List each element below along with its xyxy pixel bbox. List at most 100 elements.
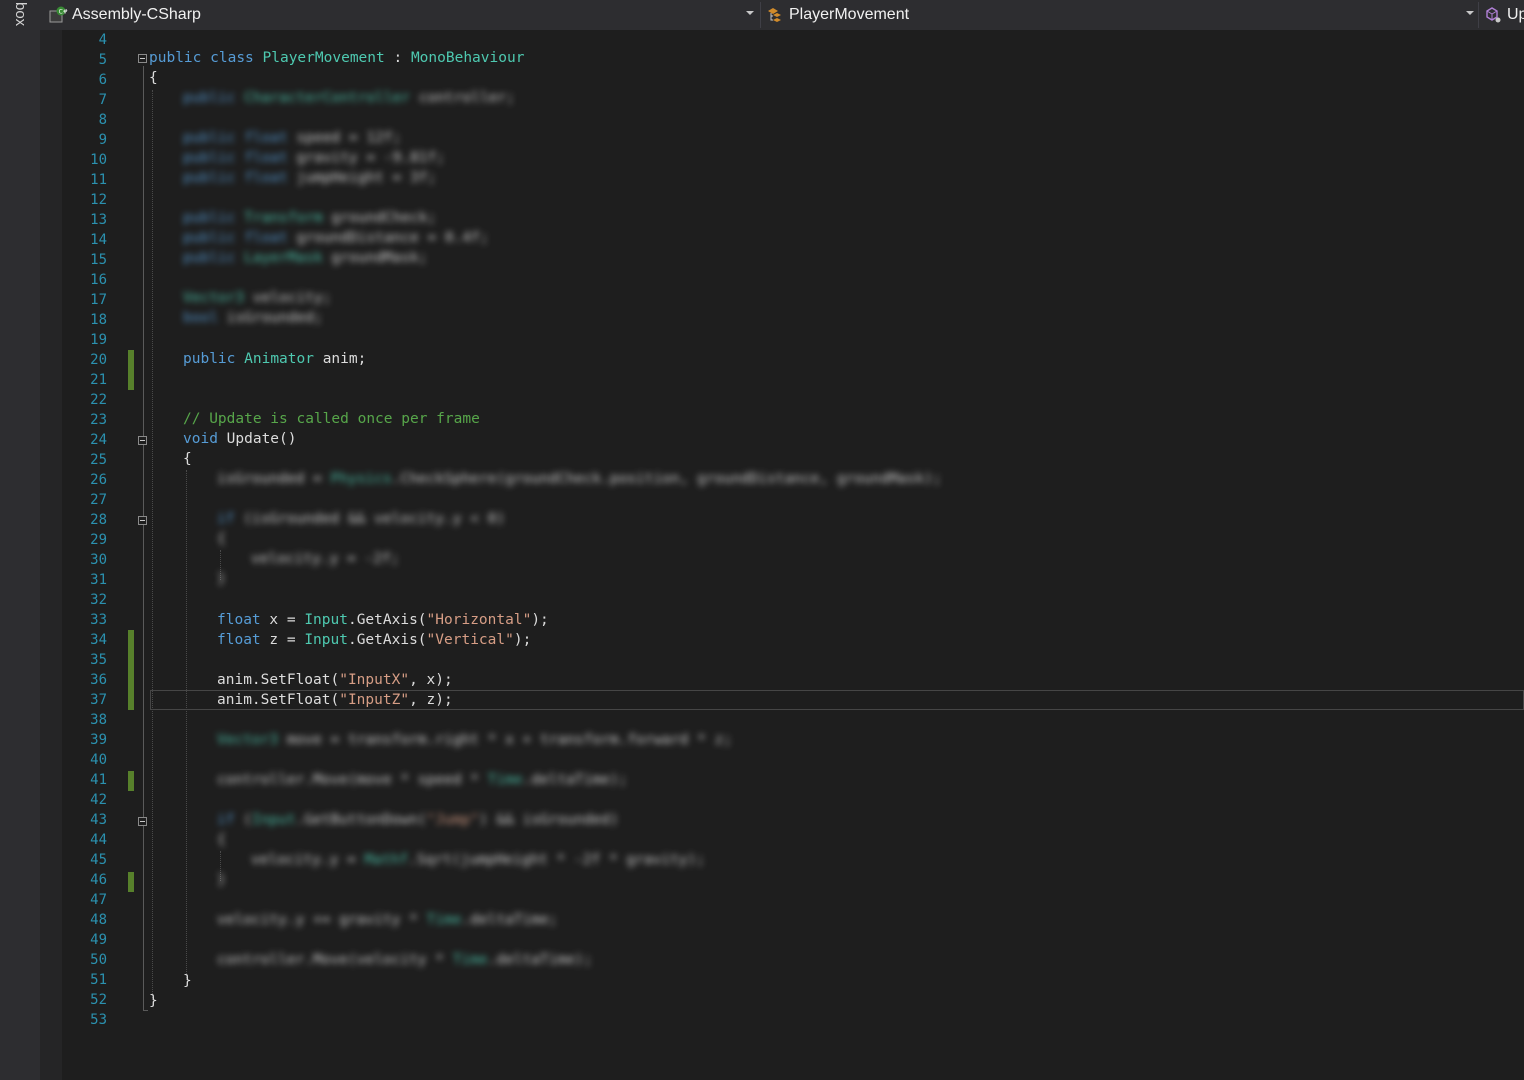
keyword: float — [217, 632, 261, 648]
code-text: velocity.y = — [251, 852, 365, 868]
code-text: .deltaTime); — [522, 772, 628, 788]
change-indicator — [128, 630, 134, 710]
keyword: void — [183, 431, 218, 447]
project-dropdown[interactable]: C# Assembly-CSharp — [44, 2, 756, 28]
line-number: 11 — [90, 172, 107, 188]
keyword: public — [183, 150, 236, 166]
code-text: groundMask; — [322, 250, 428, 266]
code-text: move = transform.right * x + transform.f… — [278, 732, 733, 748]
line-number: 51 — [90, 972, 107, 988]
type: Vector3 — [183, 290, 245, 306]
collapse-method-icon[interactable] — [138, 436, 147, 445]
collapse-block-icon[interactable] — [138, 516, 147, 525]
code-line-46[interactable]: } — [217, 870, 226, 890]
type: float — [244, 130, 288, 146]
keyword: public — [183, 230, 236, 246]
line-number: 35 — [90, 652, 107, 668]
type-dropdown[interactable]: PlayerMovement — [760, 2, 1476, 28]
code-line-6[interactable]: { — [149, 68, 158, 88]
code-line-41[interactable]: controller.Move(move * speed * Time.delt… — [217, 770, 627, 790]
code-line-51[interactable]: } — [183, 971, 192, 991]
line-number: 5 — [98, 52, 107, 68]
type: Time — [487, 772, 523, 788]
chevron-down-icon — [746, 11, 754, 15]
code-text: (isGrounded && velocity.y < 0) — [234, 511, 506, 527]
code-text: .deltaTime; — [461, 912, 558, 928]
collapse-block-icon[interactable] — [138, 817, 147, 826]
code-line-25[interactable]: { — [183, 449, 192, 469]
code-line-52[interactable]: } — [149, 991, 158, 1011]
type: Time — [452, 952, 488, 968]
code-line-34[interactable]: float z = Input.GetAxis("Vertical"); — [217, 630, 531, 650]
method-name: Update — [226, 431, 280, 447]
code-line-33[interactable]: float x = Input.GetAxis("Horizontal"); — [217, 610, 549, 630]
code-line-20[interactable]: public Animator anim; — [183, 349, 366, 369]
code-text: ); — [513, 632, 532, 648]
base-class: MonoBehaviour — [410, 50, 525, 66]
code-text: groundCheck; — [322, 210, 437, 226]
code-text: , z); — [409, 692, 453, 708]
code-line-14[interactable]: public float groundDistance = 0.4f; — [183, 228, 489, 248]
type: float — [244, 170, 288, 186]
code-text: () — [279, 431, 297, 447]
toolbox-tab-label: box — [12, 2, 29, 27]
collapse-class-icon[interactable] — [138, 54, 147, 63]
code-line-39[interactable]: Vector3 move = transform.right * x + tra… — [217, 730, 732, 750]
code-line-45[interactable]: velocity.y = Mathf.Sqrt(jumpHeight * -2f… — [251, 850, 705, 870]
code-text: .Sqrt(jumpHeight * -2f * gravity); — [408, 852, 705, 868]
member-dropdown[interactable]: Up — [1478, 2, 1524, 28]
code-text: z = — [260, 632, 305, 648]
class-name: PlayerMovement — [262, 50, 385, 66]
code-text: groundDistance = 0.4f; — [287, 230, 489, 246]
code-line-30[interactable]: velocity.y = -2f; — [251, 549, 399, 569]
code-text: anim.SetFloat( — [217, 692, 340, 708]
code-line-5[interactable]: public class PlayerMovement : MonoBehavi… — [149, 48, 524, 68]
code-line-17[interactable]: Vector3 velocity; — [183, 288, 331, 308]
code-line-44[interactable]: { — [217, 830, 226, 850]
code-line-43[interactable]: if (Input.GetButtonDown("Jump") && isGro… — [217, 810, 619, 830]
code-line-18[interactable]: bool isGrounded; — [183, 308, 323, 328]
code-line-15[interactable]: public LayerMask groundMask; — [183, 248, 427, 268]
indicator-margin[interactable] — [40, 30, 62, 1080]
code-text: controller.Move(move * speed * — [217, 772, 488, 788]
code-line-50[interactable]: controller.Move(velocity * Time.deltaTim… — [217, 950, 592, 970]
line-number: 32 — [90, 592, 107, 608]
line-number: 53 — [90, 1012, 107, 1028]
change-indicator — [128, 771, 134, 791]
navigation-bar: C# Assembly-CSharp PlayerMovement Up — [40, 0, 1524, 31]
code-line-48[interactable]: velocity.y += gravity * Time.deltaTime; — [217, 910, 557, 930]
type: Mathf — [364, 852, 409, 868]
type: Vector3 — [217, 732, 279, 748]
csharp-project-icon: C# — [48, 5, 68, 25]
code-text: .deltaTime); — [487, 952, 593, 968]
code-text: x = — [260, 612, 305, 628]
keyword: public — [183, 90, 236, 106]
code-line-26[interactable]: isGrounded = Physics.CheckSphere(groundC… — [217, 469, 942, 489]
type: LayerMask — [244, 250, 323, 266]
toolbox-side-tab[interactable]: box — [0, 0, 41, 1080]
outline-line — [143, 66, 144, 1010]
code-line-13[interactable]: public Transform groundCheck; — [183, 208, 436, 228]
code-line-10[interactable]: public float gravity = -9.81f; — [183, 148, 445, 168]
code-line-24[interactable]: void Update() — [183, 429, 297, 449]
change-indicator — [128, 350, 134, 390]
keyword: public — [183, 210, 236, 226]
code-text: , x); — [409, 672, 453, 688]
code-line-29[interactable]: { — [217, 529, 226, 549]
code-line-31[interactable]: } — [217, 569, 226, 589]
svg-text:C#: C# — [59, 9, 68, 16]
code-line-36[interactable]: anim.SetFloat("InputX", x); — [217, 670, 453, 690]
code-line-9[interactable]: public float speed = 12f; — [183, 128, 401, 148]
line-number: 29 — [90, 532, 107, 548]
type: Animator — [244, 351, 314, 367]
code-line-11[interactable]: public float jumpHeight = 3f; — [183, 168, 436, 188]
code-text: gravity = -9.81f; — [287, 150, 445, 166]
code-line-37[interactable]: anim.SetFloat("InputZ", z); — [217, 690, 453, 710]
code-line-28[interactable]: if (isGrounded && velocity.y < 0) — [217, 509, 505, 529]
code-text: anim; — [313, 351, 367, 367]
code-line-23-comment[interactable]: // Update is called once per frame — [183, 409, 480, 429]
code-line-7[interactable]: public CharacterController controller; — [183, 88, 515, 108]
line-number: 18 — [90, 312, 107, 328]
line-number: 39 — [90, 732, 107, 748]
code-text: .GetButtonDown( — [295, 812, 427, 828]
